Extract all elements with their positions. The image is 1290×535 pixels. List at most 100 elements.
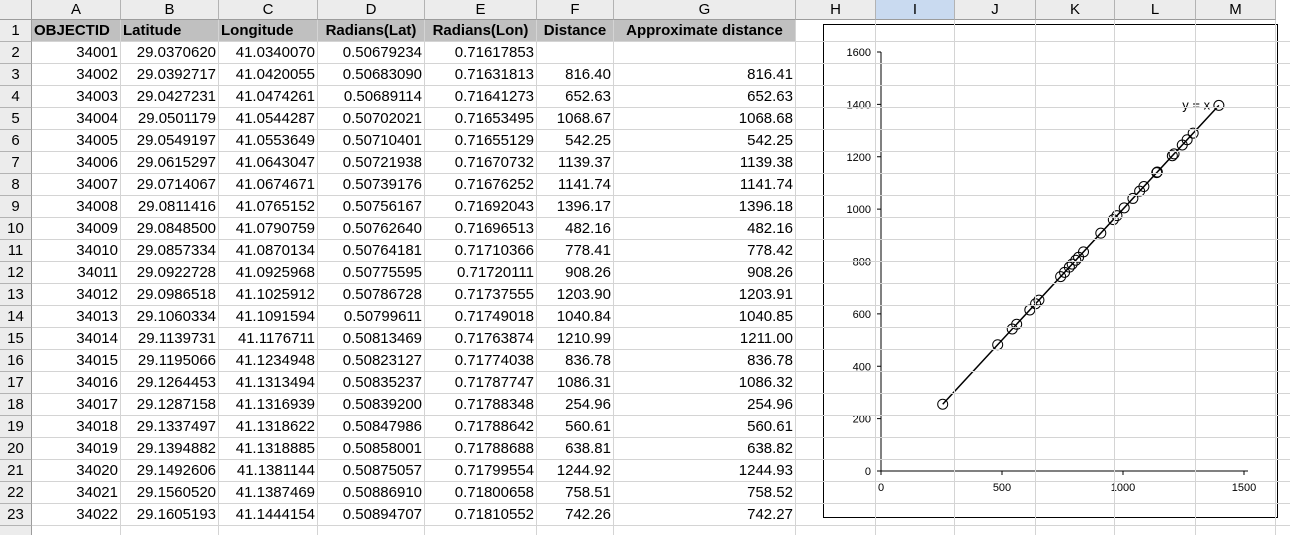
data-cell[interactable]: [537, 42, 614, 64]
data-cell[interactable]: 836.78: [537, 350, 614, 372]
data-cell[interactable]: 34004: [32, 108, 121, 130]
row-header[interactable]: 22: [0, 482, 32, 504]
data-cell[interactable]: 34009: [32, 218, 121, 240]
column-header-k[interactable]: K: [1036, 0, 1115, 20]
data-cell[interactable]: 34013: [32, 306, 121, 328]
data-cell[interactable]: 560.61: [614, 416, 796, 438]
row-header[interactable]: 3: [0, 64, 32, 86]
data-cell[interactable]: 0.50839200: [318, 394, 425, 416]
data-cell[interactable]: 41.1313494: [219, 372, 318, 394]
data-cell[interactable]: 816.40: [537, 64, 614, 86]
data-cell[interactable]: 34020: [32, 460, 121, 482]
data-cell[interactable]: 758.52: [614, 482, 796, 504]
data-cell[interactable]: 836.78: [614, 350, 796, 372]
data-cell[interactable]: 34018: [32, 416, 121, 438]
data-cell[interactable]: 0.71788688: [425, 438, 537, 460]
data-cell[interactable]: 0.71749018: [425, 306, 537, 328]
data-cell[interactable]: 1040.85: [614, 306, 796, 328]
data-cell[interactable]: 0.71800658: [425, 482, 537, 504]
data-cell[interactable]: 1139.38: [614, 152, 796, 174]
data-cell[interactable]: 29.1060334: [121, 306, 219, 328]
data-cell[interactable]: 0.71788642: [425, 416, 537, 438]
data-cell[interactable]: 0.50679234: [318, 42, 425, 64]
data-cell[interactable]: 29.0714067: [121, 174, 219, 196]
row-header[interactable]: 8: [0, 174, 32, 196]
data-cell[interactable]: 34007: [32, 174, 121, 196]
data-cell[interactable]: 41.0870134: [219, 240, 318, 262]
data-cell[interactable]: 1211.00: [614, 328, 796, 350]
header-cell[interactable]: Latitude: [121, 20, 219, 42]
data-cell[interactable]: 0.50799611: [318, 306, 425, 328]
data-cell[interactable]: 0.50689114: [318, 86, 425, 108]
data-cell[interactable]: 29.0615297: [121, 152, 219, 174]
data-cell[interactable]: [614, 42, 796, 64]
data-cell[interactable]: 0.71670732: [425, 152, 537, 174]
data-cell[interactable]: 0.71799554: [425, 460, 537, 482]
data-cell[interactable]: [425, 526, 537, 535]
data-cell[interactable]: 0.71788348: [425, 394, 537, 416]
data-cell[interactable]: 29.0922728: [121, 262, 219, 284]
data-cell[interactable]: 652.63: [537, 86, 614, 108]
header-cell[interactable]: Radians(Lon): [425, 20, 537, 42]
data-cell[interactable]: 0.50823127: [318, 350, 425, 372]
column-header-j[interactable]: J: [955, 0, 1036, 20]
data-cell[interactable]: 742.27: [614, 504, 796, 526]
row-header[interactable]: 17: [0, 372, 32, 394]
data-cell[interactable]: [32, 526, 121, 535]
data-cell[interactable]: 0.71774038: [425, 350, 537, 372]
data-cell[interactable]: 41.1444154: [219, 504, 318, 526]
data-cell[interactable]: 778.42: [614, 240, 796, 262]
data-cell[interactable]: 41.0553649: [219, 130, 318, 152]
data-cell[interactable]: [537, 526, 614, 535]
data-cell[interactable]: [121, 526, 219, 535]
data-cell[interactable]: 742.26: [537, 504, 614, 526]
data-cell[interactable]: 34005: [32, 130, 121, 152]
data-cell[interactable]: 41.1091594: [219, 306, 318, 328]
data-cell[interactable]: 1244.92: [537, 460, 614, 482]
data-cell[interactable]: 1068.67: [537, 108, 614, 130]
data-cell[interactable]: 0.50764181: [318, 240, 425, 262]
header-cell[interactable]: Distance: [537, 20, 614, 42]
data-cell[interactable]: 29.0501179: [121, 108, 219, 130]
data-cell[interactable]: 482.16: [537, 218, 614, 240]
data-cell[interactable]: 254.96: [614, 394, 796, 416]
data-cell[interactable]: 0.50739176: [318, 174, 425, 196]
data-cell[interactable]: 29.1337497: [121, 416, 219, 438]
data-cell[interactable]: 0.71653495: [425, 108, 537, 130]
data-cell[interactable]: 0.71710366: [425, 240, 537, 262]
data-cell[interactable]: 41.1318885: [219, 438, 318, 460]
row-header[interactable]: 15: [0, 328, 32, 350]
data-cell[interactable]: 34001: [32, 42, 121, 64]
data-cell[interactable]: 29.1287158: [121, 394, 219, 416]
header-cell[interactable]: Approximate distance: [614, 20, 796, 42]
data-cell[interactable]: 542.25: [537, 130, 614, 152]
header-cell[interactable]: Radians(Lat): [318, 20, 425, 42]
data-cell[interactable]: 1203.91: [614, 284, 796, 306]
data-cell[interactable]: 1244.93: [614, 460, 796, 482]
data-cell[interactable]: 41.1025912: [219, 284, 318, 306]
data-cell[interactable]: 41.1234948: [219, 350, 318, 372]
data-cell[interactable]: 29.1394882: [121, 438, 219, 460]
data-cell[interactable]: 0.71617853: [425, 42, 537, 64]
data-cell[interactable]: 1210.99: [537, 328, 614, 350]
data-cell[interactable]: 0.71787747: [425, 372, 537, 394]
data-cell[interactable]: 41.0420055: [219, 64, 318, 86]
data-cell[interactable]: 34016: [32, 372, 121, 394]
data-cell[interactable]: 0.50683090: [318, 64, 425, 86]
data-cell[interactable]: 29.0370620: [121, 42, 219, 64]
data-cell[interactable]: 778.41: [537, 240, 614, 262]
data-cell[interactable]: 1396.18: [614, 196, 796, 218]
data-cell[interactable]: 29.0549197: [121, 130, 219, 152]
data-cell[interactable]: 34006: [32, 152, 121, 174]
data-cell[interactable]: 29.1492606: [121, 460, 219, 482]
data-cell[interactable]: 0.71720111: [425, 262, 537, 284]
data-cell[interactable]: 542.25: [614, 130, 796, 152]
data-cell[interactable]: 0.50847986: [318, 416, 425, 438]
data-cell[interactable]: 482.16: [614, 218, 796, 240]
data-cell[interactable]: [614, 526, 796, 535]
data-cell[interactable]: 34019: [32, 438, 121, 460]
row-header[interactable]: 13: [0, 284, 32, 306]
data-cell[interactable]: 29.0392717: [121, 64, 219, 86]
data-cell[interactable]: 0.50702021: [318, 108, 425, 130]
data-cell[interactable]: 0.50875057: [318, 460, 425, 482]
